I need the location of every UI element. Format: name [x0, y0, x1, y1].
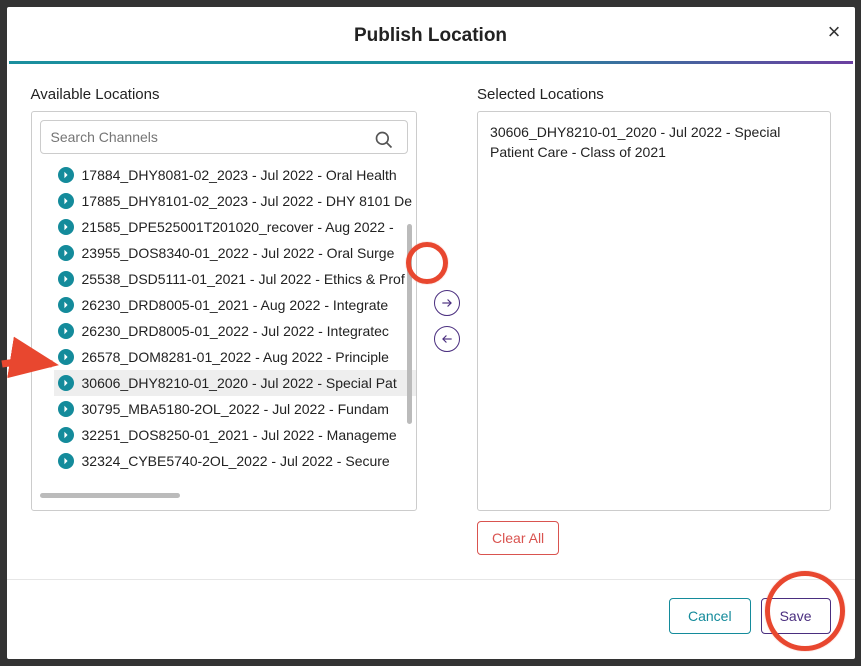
chevron-right-icon[interactable] — [58, 401, 74, 417]
cancel-button[interactable]: Cancel — [669, 598, 751, 634]
chevron-right-icon[interactable] — [58, 297, 74, 313]
list-item[interactable]: 30606_DHY8210-01_2020 - Jul 2022 - Speci… — [54, 370, 417, 396]
selected-list-box: 30606_DHY8210-01_2020 - Jul 2022 - Speci… — [477, 111, 830, 511]
chevron-right-icon[interactable] — [58, 349, 74, 365]
transfer-buttons — [417, 86, 477, 555]
available-heading: Available Locations — [31, 86, 418, 103]
horizontal-scrollbar[interactable] — [40, 493, 180, 498]
list-item-label: 26230_DRD8005-01_2021 - Aug 2022 - Integ… — [82, 297, 389, 313]
list-item-label: 26230_DRD8005-01_2022 - Jul 2022 - Integ… — [82, 323, 389, 339]
list-item[interactable]: 26578_DOM8281-01_2022 - Aug 2022 - Princ… — [54, 344, 417, 370]
chevron-right-icon[interactable] — [58, 427, 74, 443]
chevron-right-icon[interactable] — [58, 375, 74, 391]
chevron-right-icon[interactable] — [58, 271, 74, 287]
selected-item[interactable]: 30606_DHY8210-01_2020 - Jul 2022 - Speci… — [490, 122, 817, 163]
list-item[interactable]: 32324_CYBE5740-2OL_2022 - Jul 2022 - Sec… — [54, 448, 417, 474]
list-item[interactable]: 26230_DRD8005-01_2022 - Jul 2022 - Integ… — [54, 318, 417, 344]
list-item-label: 17885_DHY8101-02_2023 - Jul 2022 - DHY 8… — [82, 193, 413, 209]
list-item-label: 21585_DPE525001T201020_recover - Aug 202… — [82, 219, 394, 235]
list-item-label: 32324_CYBE5740-2OL_2022 - Jul 2022 - Sec… — [82, 453, 390, 469]
selected-column: Selected Locations 30606_DHY8210-01_2020… — [477, 86, 830, 555]
selected-heading: Selected Locations — [477, 86, 830, 103]
clear-all-button[interactable]: Clear All — [477, 521, 559, 555]
modal-footer: Cancel Save — [7, 580, 855, 652]
list-item-label: 23955_DOS8340-01_2022 - Jul 2022 - Oral … — [82, 245, 395, 261]
close-icon[interactable]: × — [828, 21, 841, 43]
available-items-scroll[interactable]: 17884_DHY8081-02_2023 - Jul 2022 - Oral … — [32, 162, 417, 502]
available-list-box: 17884_DHY8081-02_2023 - Jul 2022 - Oral … — [31, 111, 418, 511]
list-item-label: 25538_DSD5111-01_2021 - Jul 2022 - Ethic… — [82, 271, 405, 287]
save-button[interactable]: Save — [761, 598, 831, 634]
chevron-right-icon[interactable] — [58, 453, 74, 469]
list-item[interactable]: 30795_MBA5180-2OL_2022 - Jul 2022 - Fund… — [54, 396, 417, 422]
modal-body: Available Locations 17884_DHY8081-02_202… — [7, 64, 855, 565]
publish-location-modal: Publish Location × Available Locations 1… — [7, 7, 855, 659]
list-item-label: 17884_DHY8081-02_2023 - Jul 2022 - Oral … — [82, 167, 397, 183]
chevron-right-icon[interactable] — [58, 193, 74, 209]
list-item-label: 32251_DOS8250-01_2021 - Jul 2022 - Manag… — [82, 427, 397, 443]
modal-title: Publish Location — [7, 25, 855, 47]
vertical-scrollbar[interactable] — [407, 224, 412, 424]
list-item-label: 30606_DHY8210-01_2020 - Jul 2022 - Speci… — [82, 375, 397, 391]
chevron-right-icon[interactable] — [58, 323, 74, 339]
search-icon[interactable] — [374, 130, 394, 155]
list-item[interactable]: 23955_DOS8340-01_2022 - Jul 2022 - Oral … — [54, 240, 417, 266]
list-item[interactable]: 25538_DSD5111-01_2021 - Jul 2022 - Ethic… — [54, 266, 417, 292]
chevron-right-icon[interactable] — [58, 167, 74, 183]
list-item[interactable]: 26230_DRD8005-01_2021 - Aug 2022 - Integ… — [54, 292, 417, 318]
move-left-button[interactable] — [434, 326, 460, 352]
list-item[interactable]: 21585_DPE525001T201020_recover - Aug 202… — [54, 214, 417, 240]
modal-header: Publish Location × — [7, 7, 855, 61]
search-input[interactable] — [40, 120, 409, 154]
list-item-label: 30795_MBA5180-2OL_2022 - Jul 2022 - Fund… — [82, 401, 389, 417]
available-column: Available Locations 17884_DHY8081-02_202… — [31, 86, 418, 555]
chevron-right-icon[interactable] — [58, 219, 74, 235]
move-right-button[interactable] — [434, 290, 460, 316]
list-item[interactable]: 32251_DOS8250-01_2021 - Jul 2022 - Manag… — [54, 422, 417, 448]
list-item[interactable]: 17885_DHY8101-02_2023 - Jul 2022 - DHY 8… — [54, 188, 417, 214]
list-item-label: 26578_DOM8281-01_2022 - Aug 2022 - Princ… — [82, 349, 389, 365]
chevron-right-icon[interactable] — [58, 245, 74, 261]
list-item[interactable]: 17884_DHY8081-02_2023 - Jul 2022 - Oral … — [54, 162, 417, 188]
